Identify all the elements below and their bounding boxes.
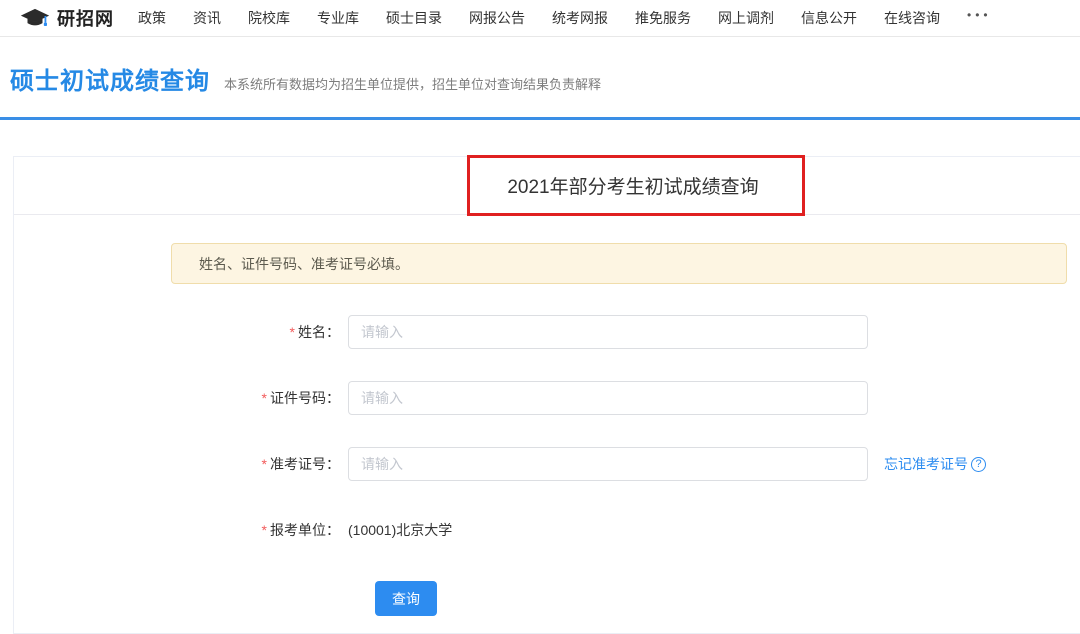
- required-asterisk: *: [262, 456, 267, 472]
- nav-item-online-consult[interactable]: 在线咨询: [884, 8, 940, 28]
- submit-row: 查询: [375, 581, 1080, 616]
- nav-item-online-adjustment[interactable]: 网上调剂: [718, 8, 774, 28]
- nav-item-major-library[interactable]: 专业库: [317, 8, 359, 28]
- graduation-cap-icon: [20, 8, 50, 29]
- forgot-ticket-link[interactable]: 忘记准考证号?: [884, 454, 986, 474]
- page-subtitle: 本系统所有数据均为招生单位提供，招生单位对查询结果负责解释: [224, 74, 601, 93]
- card-body: 姓名、证件号码、准考证号必填。 *姓名： *证件号码： *准考证号：: [14, 215, 1080, 616]
- question-circle-icon: ?: [971, 457, 986, 472]
- nav-item-policy[interactable]: 政策: [138, 8, 166, 28]
- nav-item-report-notice[interactable]: 网报公告: [469, 8, 525, 28]
- page-header: 硕士初试成绩查询 本系统所有数据均为招生单位提供，招生单位对查询结果负责解释: [0, 37, 1080, 96]
- nav-item-exemption-service[interactable]: 推免服务: [635, 8, 691, 28]
- nav-item-master-catalog[interactable]: 硕士目录: [386, 8, 442, 28]
- target-school-label: *报考单位：: [171, 520, 340, 540]
- nav-menu: 政策 资讯 院校库 专业库 硕士目录 网报公告 统考网报 推免服务 网上调剂 信…: [138, 8, 992, 28]
- required-asterisk: *: [262, 390, 267, 406]
- nav-item-college-library[interactable]: 院校库: [248, 8, 290, 28]
- name-label: *姓名：: [171, 322, 340, 342]
- form-row-id-number: *证件号码：: [171, 381, 1080, 415]
- query-button[interactable]: 查询: [375, 581, 437, 616]
- score-query-card: 2021年部分考生初试成绩查询 姓名、证件号码、准考证号必填。 *姓名： *证件…: [13, 156, 1080, 634]
- nav-item-info-disclosure[interactable]: 信息公开: [801, 8, 857, 28]
- nav-more-ellipsis[interactable]: •••: [967, 8, 992, 28]
- form-row-target-school: *报考单位： (10001)北京大学: [171, 513, 1080, 547]
- blue-divider: [0, 117, 1080, 120]
- required-fields-alert: 姓名、证件号码、准考证号必填。: [171, 243, 1067, 284]
- site-name: 研招网: [57, 5, 114, 31]
- target-school-value: (10001)北京大学: [348, 513, 452, 547]
- admission-ticket-label: *准考证号：: [171, 454, 340, 474]
- site-logo[interactable]: 研招网: [20, 5, 114, 31]
- name-input[interactable]: [348, 315, 868, 349]
- required-asterisk: *: [290, 324, 295, 340]
- query-form: *姓名： *证件号码： *准考证号： 忘记准考证号?: [171, 315, 1080, 616]
- nav-item-unified-exam-registration[interactable]: 统考网报: [552, 8, 608, 28]
- required-asterisk: *: [262, 522, 267, 538]
- nav-item-news[interactable]: 资讯: [193, 8, 221, 28]
- form-row-admission-ticket: *准考证号： 忘记准考证号?: [171, 447, 1080, 481]
- id-number-label: *证件号码：: [171, 388, 340, 408]
- form-row-name: *姓名：: [171, 315, 1080, 349]
- alert-text: 姓名、证件号码、准考证号必填。: [199, 254, 409, 274]
- admission-ticket-input[interactable]: [348, 447, 868, 481]
- top-navbar: 研招网 政策 资讯 院校库 专业库 硕士目录 网报公告 统考网报 推免服务 网上…: [0, 0, 1080, 37]
- page-title: 硕士初试成绩查询: [10, 61, 210, 96]
- id-number-input[interactable]: [348, 381, 868, 415]
- card-header: 2021年部分考生初试成绩查询: [14, 157, 1080, 215]
- card-title: 2021年部分考生初试成绩查询: [507, 172, 758, 199]
